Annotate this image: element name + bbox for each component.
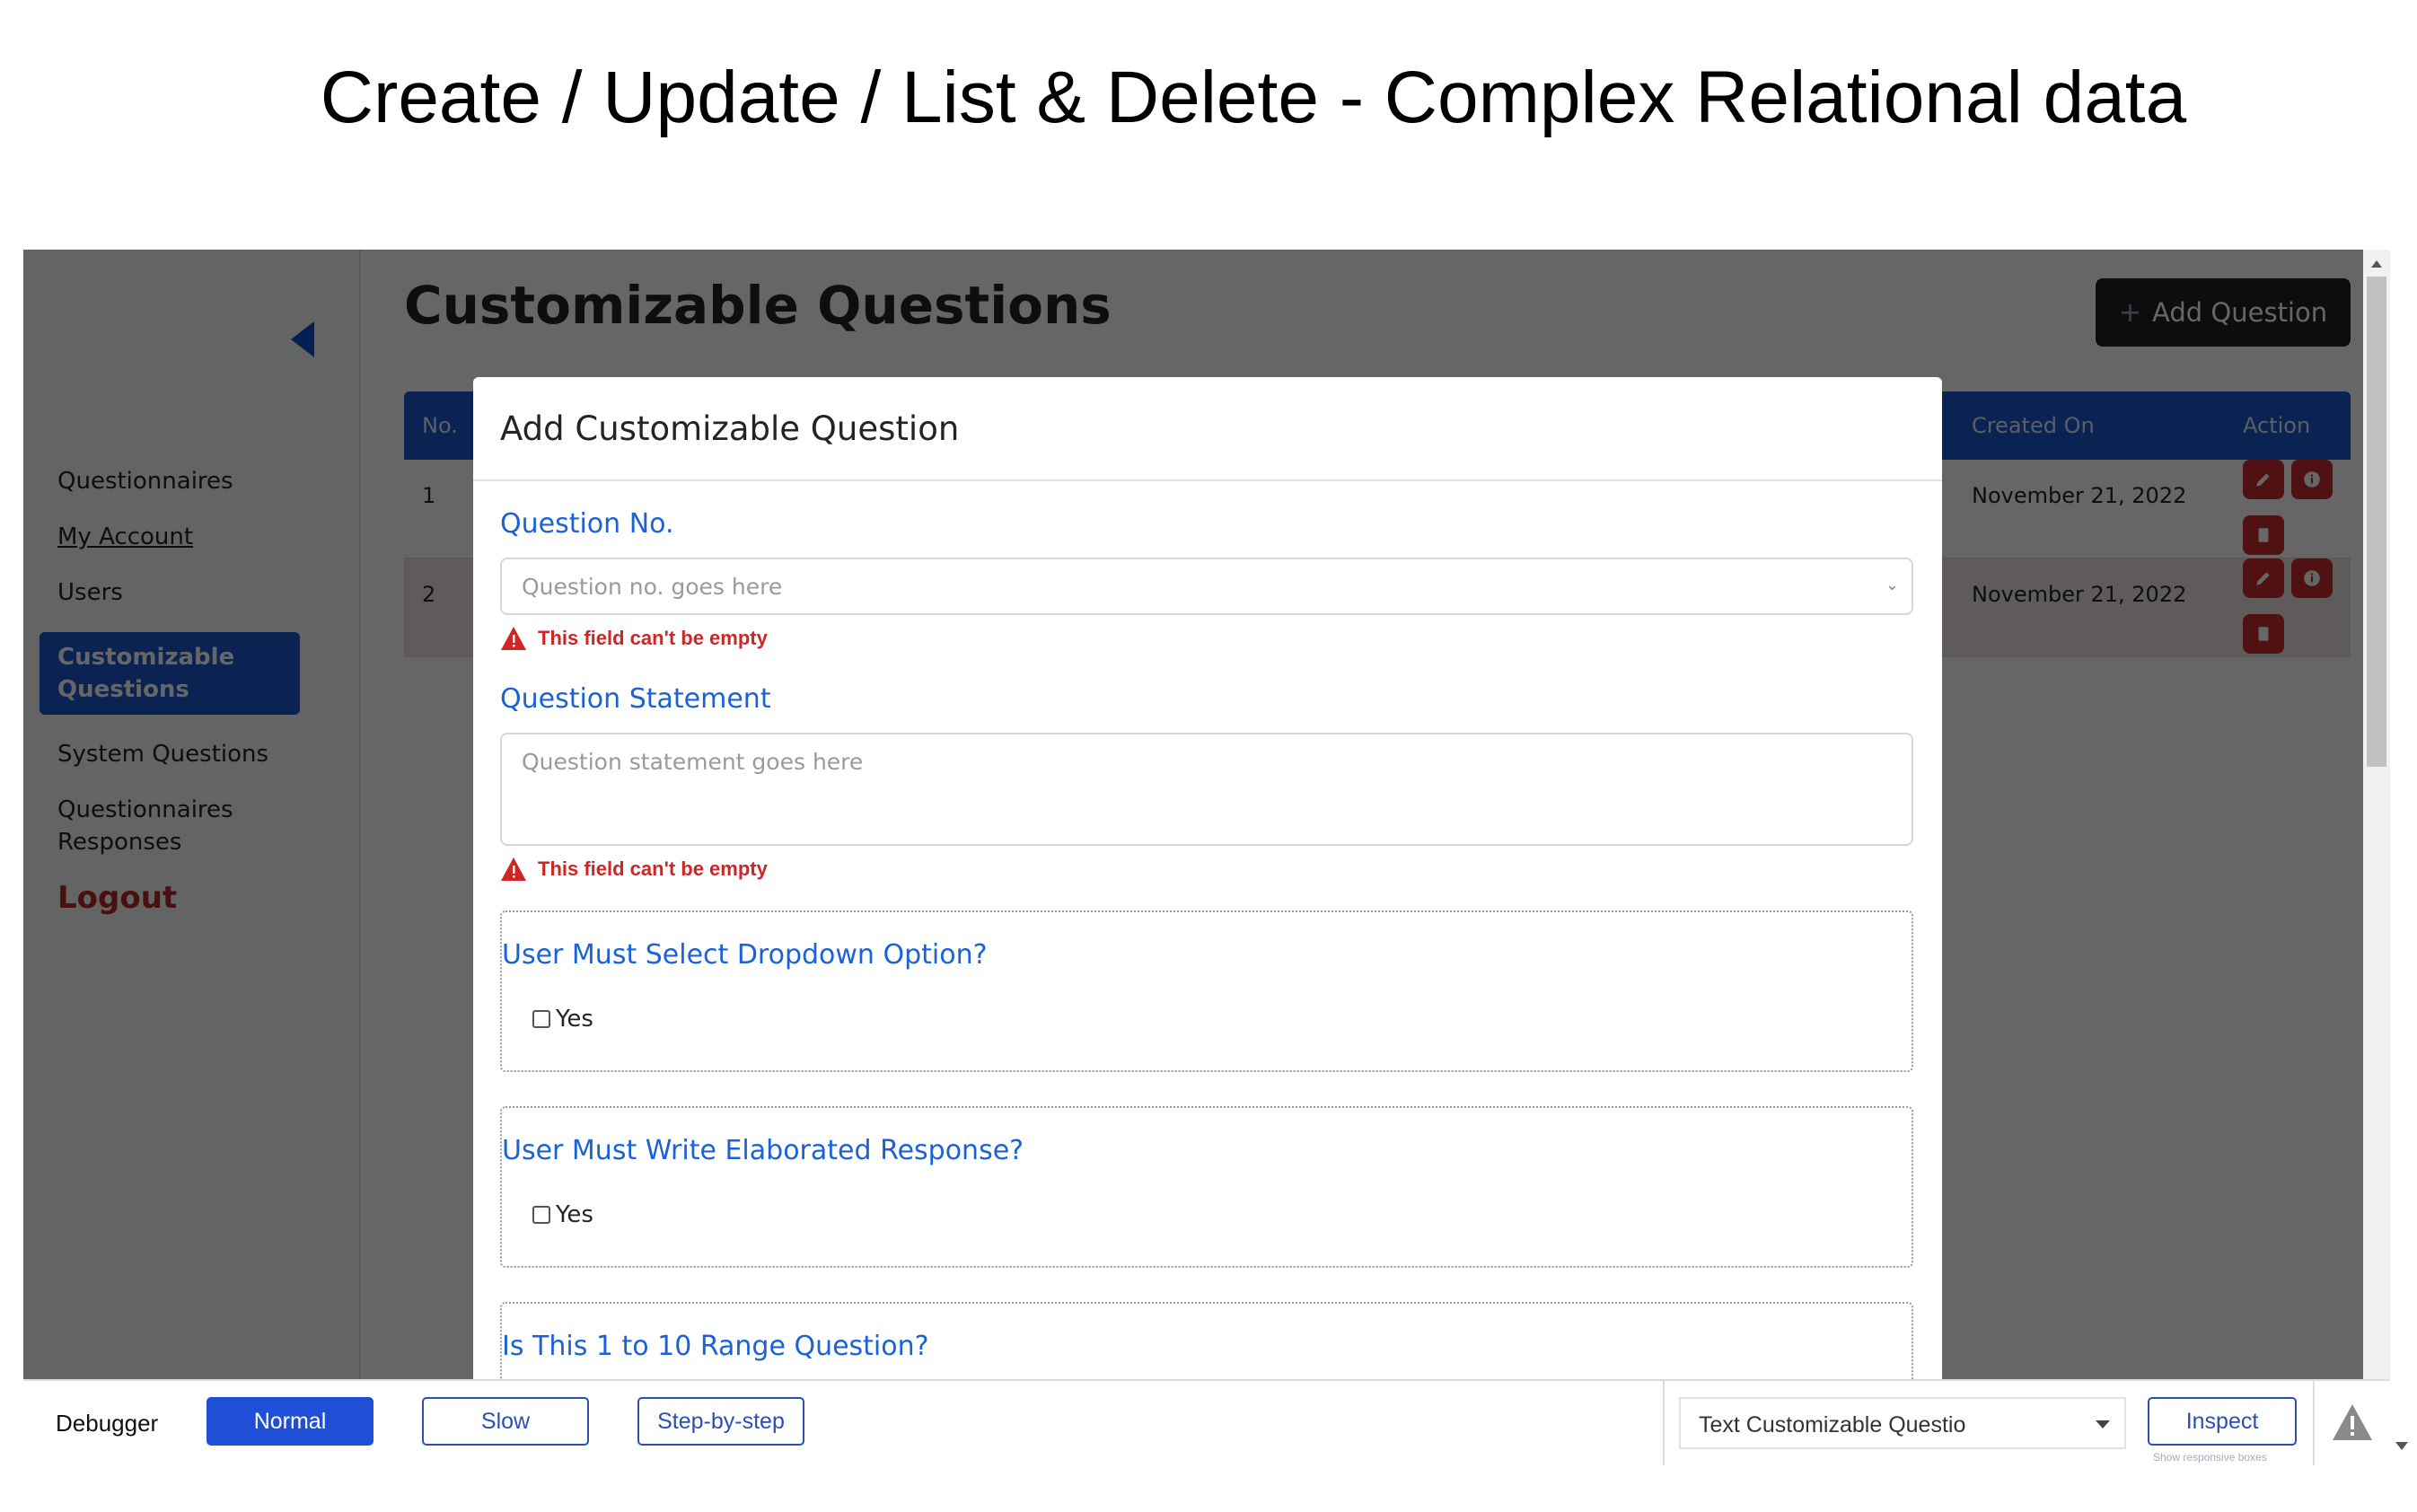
modal-title: Add Customizable Question: [473, 377, 1942, 481]
question-statement-label: Question Statement: [500, 683, 771, 715]
inspect-button[interactable]: Inspect: [2148, 1397, 2297, 1446]
divider: [1663, 1381, 1665, 1465]
warning-icon: [501, 627, 526, 650]
modal-body: Question No. Question no. goes here ⌄ Th…: [473, 508, 1942, 1379]
app-window: Questionnaires My Account Users Customiz…: [23, 250, 2390, 1379]
mode-step-button[interactable]: Step-by-step: [637, 1397, 804, 1446]
range-question: Is This 1 to 10 Range Question?: [502, 1331, 929, 1362]
element-select[interactable]: Text Customizable Questio: [1679, 1397, 2126, 1449]
question-no-placeholder: Question no. goes here: [522, 574, 783, 600]
scroll-up-icon[interactable]: [2371, 260, 2382, 268]
scrollbar-thumb[interactable]: [2367, 277, 2386, 767]
add-question-modal: Add Customizable Question Question No. Q…: [473, 377, 1942, 1379]
scroll-down-icon[interactable]: [2395, 1442, 2408, 1450]
checkbox-icon[interactable]: [532, 1010, 550, 1028]
divider: [2313, 1381, 2315, 1465]
chevron-down-icon: ⌄: [1885, 576, 1899, 594]
caret-down-icon: [2096, 1420, 2110, 1428]
elaborated-response-group: User Must Write Elaborated Response? Yes: [500, 1106, 1913, 1268]
mode-normal-button[interactable]: Normal: [207, 1397, 374, 1446]
checkbox-icon[interactable]: [532, 1206, 550, 1224]
page-title: Create / Update / List & Delete - Comple…: [320, 57, 2187, 138]
question-no-select[interactable]: Question no. goes here ⌄: [500, 558, 1913, 615]
debugger-bar: Debugger Normal Slow Step-by-step Text C…: [23, 1379, 2390, 1465]
debugger-label: Debugger: [56, 1410, 159, 1437]
range-question-group: Is This 1 to 10 Range Question?: [500, 1302, 1913, 1379]
question-no-error: This field can't be empty: [500, 626, 1913, 651]
question-statement-error: This field can't be empty: [500, 857, 1913, 882]
question-statement-input[interactable]: Question statement goes here: [500, 733, 1913, 846]
question-no-label: Question No.: [500, 508, 674, 540]
mode-slow-button[interactable]: Slow: [422, 1397, 589, 1446]
warning-icon: [501, 857, 526, 881]
elaborated-response-checkbox[interactable]: Yes: [532, 1201, 593, 1228]
dropdown-option-question: User Must Select Dropdown Option?: [502, 939, 988, 971]
dropdown-option-checkbox[interactable]: Yes: [532, 1006, 593, 1033]
dropdown-option-group: User Must Select Dropdown Option? Yes: [500, 910, 1913, 1072]
elaborated-response-question: User Must Write Elaborated Response?: [502, 1135, 1024, 1166]
scrollbar[interactable]: [2363, 250, 2390, 1379]
inspect-hint: Show responsive boxes: [2153, 1451, 2267, 1464]
warning-icon[interactable]: [2331, 1402, 2374, 1442]
